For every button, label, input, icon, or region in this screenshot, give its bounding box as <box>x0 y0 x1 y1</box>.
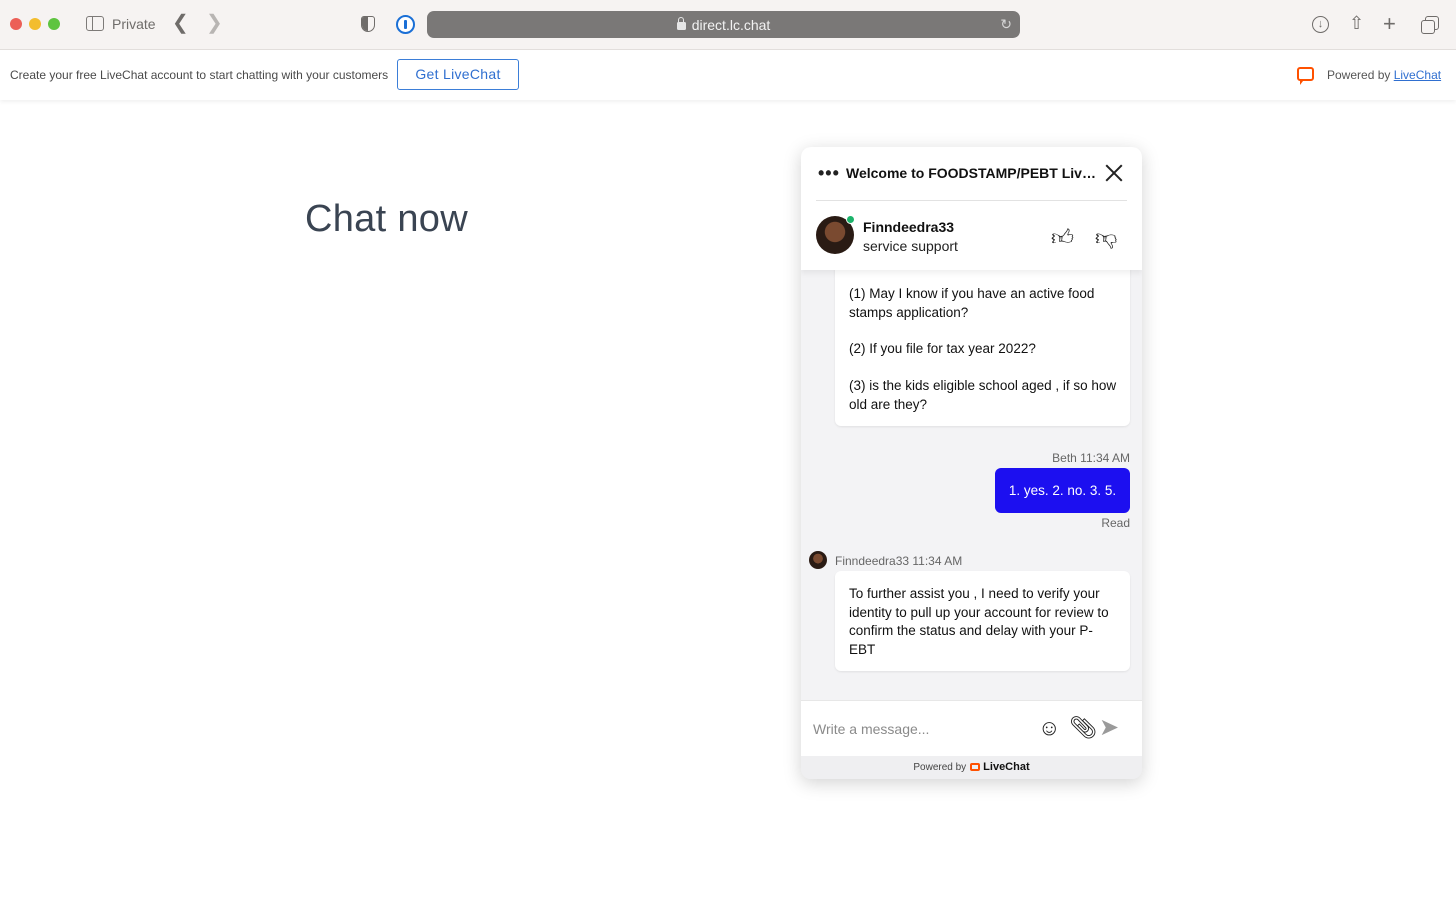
footer-brand[interactable]: LiveChat <box>983 761 1029 773</box>
browser-toolbar: Private ❮ ❯ direct.lc.chat ↻ ↓ ⇧ + <box>0 0 1456 50</box>
message-paragraph: To further assist you , I need to verify… <box>849 586 1109 657</box>
password-manager-icon[interactable] <box>396 15 415 34</box>
message-paragraph: (2) If you file for tax year 2022? <box>849 341 1036 356</box>
tab-overview-icon[interactable] <box>1421 16 1439 34</box>
thumbs-up-icon[interactable]: 👍︎ <box>1051 224 1074 251</box>
url-text: direct.lc.chat <box>691 17 771 33</box>
reload-icon[interactable]: ↻ <box>1000 16 1012 33</box>
powered-prefix: Powered by <box>1327 68 1391 82</box>
agent-message: (1) May I know if you have an active foo… <box>835 260 1130 426</box>
thumbs-down-icon[interactable]: 👎︎ <box>1095 224 1117 251</box>
message-input[interactable] <box>813 718 1028 740</box>
promo-text: Create your free LiveChat account to sta… <box>10 68 389 82</box>
promo-banner: Create your free LiveChat account to sta… <box>0 50 1456 100</box>
agent-message-meta: Finndeedra33 11:34 AM <box>835 554 963 568</box>
close-icon[interactable] <box>1104 163 1124 183</box>
message-paragraph: (3) is the kids eligible school aged , i… <box>849 378 1117 412</box>
widget-header: ••• Welcome to FOODSTAMP/PEBT Live... Fi… <box>801 147 1142 270</box>
share-icon[interactable]: ⇧ <box>1349 13 1364 34</box>
agent-role: service support <box>863 238 958 254</box>
livechat-mini-logo-icon <box>970 763 981 771</box>
chat-widget: ••• Welcome to FOODSTAMP/PEBT Live... Fi… <box>801 147 1142 779</box>
widget-footer: Powered by LiveChat <box>801 756 1142 779</box>
footer-powered-prefix: Powered by <box>913 762 967 773</box>
message-paragraph: (1) May I know if you have an active foo… <box>849 286 1095 320</box>
downloads-icon[interactable]: ↓ <box>1312 16 1329 33</box>
emoji-icon[interactable]: ☺︎ <box>1038 715 1060 741</box>
agent-name: Finndeedra33 <box>863 219 955 235</box>
agent-small-avatar <box>809 551 827 569</box>
online-status-icon <box>846 215 855 224</box>
private-mode-label: Private <box>112 16 156 32</box>
get-livechat-button[interactable]: Get LiveChat <box>397 59 519 90</box>
widget-title: Welcome to FOODSTAMP/PEBT Live... <box>846 165 1096 181</box>
minimize-window-button[interactable] <box>29 18 41 30</box>
zoom-window-button[interactable] <box>48 18 60 30</box>
message-composer: ☺︎ 📎︎ ➤ <box>801 700 1142 756</box>
read-receipt: Read <box>1101 516 1130 530</box>
lock-icon <box>676 17 686 30</box>
forward-arrow-icon[interactable]: ❯ <box>206 13 223 33</box>
livechat-logo-icon <box>1297 67 1314 85</box>
address-bar[interactable]: direct.lc.chat ↻ <box>427 11 1020 38</box>
agent-message: To further assist you , I need to verify… <box>835 571 1130 671</box>
sidebar-toggle-icon[interactable] <box>86 16 104 31</box>
message-list[interactable]: (1) May I know if you have an active foo… <box>801 260 1142 700</box>
new-tab-icon[interactable]: + <box>1383 11 1396 37</box>
user-message: 1. yes. 2. no. 3. 5. <box>995 468 1130 513</box>
back-arrow-icon[interactable]: ❮ <box>172 13 189 33</box>
livechat-link[interactable]: LiveChat <box>1394 68 1441 82</box>
page-title: Chat now <box>305 198 468 240</box>
send-icon[interactable]: ➤ <box>1099 713 1119 742</box>
privacy-shield-icon[interactable] <box>361 16 375 32</box>
attachment-icon[interactable]: 📎︎ <box>1069 715 1097 741</box>
header-divider <box>816 200 1127 201</box>
more-options-icon[interactable]: ••• <box>818 163 840 184</box>
close-window-button[interactable] <box>10 18 22 30</box>
powered-by-top: Powered by LiveChat <box>1327 68 1441 82</box>
user-message-meta: Beth 11:34 AM <box>1052 451 1130 465</box>
